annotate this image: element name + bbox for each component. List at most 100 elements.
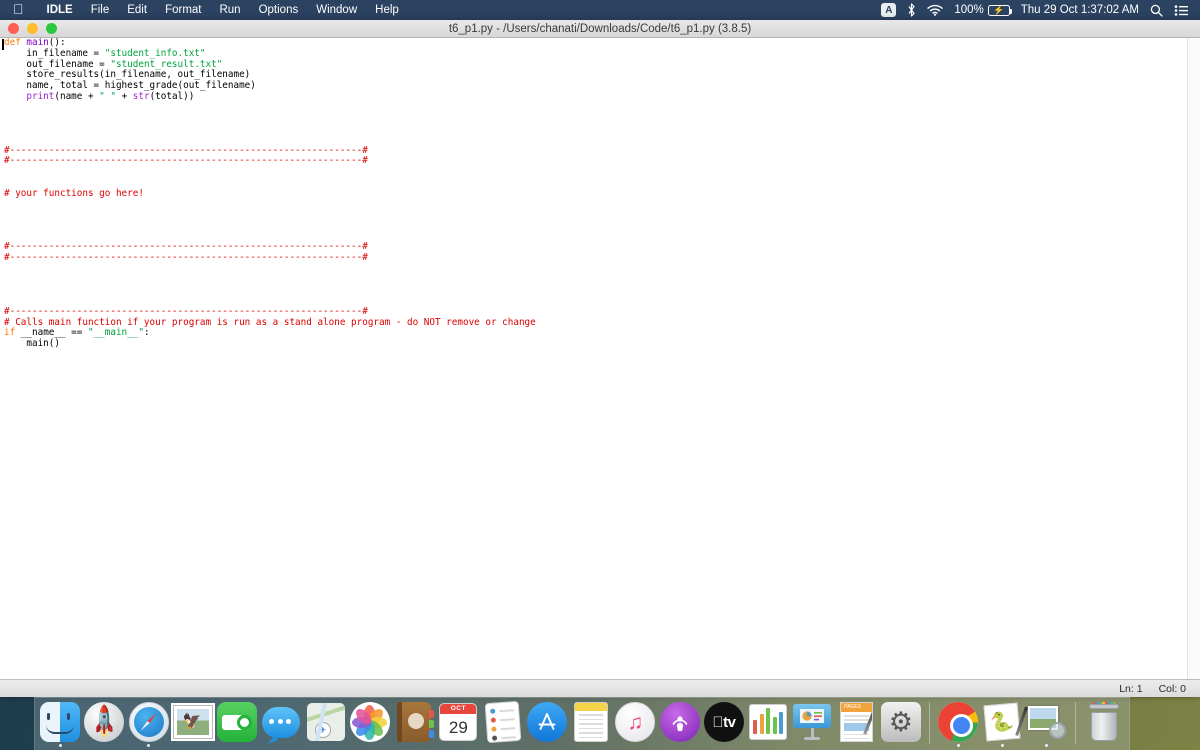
running-indicator [324,744,327,747]
column-indicator: Col: 0 [1158,682,1186,695]
dock-item-music[interactable]: ♫ [614,700,656,747]
dock-item-maps[interactable]: ✈ [305,700,347,747]
code-line: # Calls main function if your program is… [4,316,536,328]
menu-bar:  IDLEFileEditFormatRunOptionsWindowHelp… [0,0,1200,20]
wifi-icon[interactable] [927,4,944,16]
mail-icon: 🦅 [172,701,214,743]
running-indicator [1000,744,1004,747]
menu-file[interactable]: File [82,4,119,16]
dock-item-system-preferences[interactable]: ⚙ [880,700,922,747]
dock-separator-1 [929,702,930,744]
dock-item-launchpad[interactable]: 🚀 [83,700,125,747]
running-indicator [191,744,194,747]
running-indicator [678,744,681,747]
messages-icon [260,701,302,743]
dock-item-google-chrome[interactable] [937,700,979,747]
running-indicator [855,744,858,747]
photos-icon [349,701,391,743]
dock-item-reminders[interactable] [482,700,524,747]
menu-bar-clock[interactable]: Thu 29 Oct 1:37:02 AM [1021,4,1139,16]
input-source-icon[interactable]: A [881,3,897,17]
running-indicator [722,744,725,747]
control-center-icon[interactable] [1174,4,1188,16]
running-indicator [280,744,283,747]
reminders-icon [482,700,524,744]
running-indicator [413,744,416,747]
editor-status-bar: Ln: 1 Col: 0 [0,679,1200,697]
keynote-icon [791,701,833,743]
running-indicator [147,744,151,747]
dock-item-photos[interactable] [349,700,391,747]
dock-item-messages[interactable] [260,700,302,747]
menu-idle[interactable]: IDLE [38,4,82,16]
menu-window[interactable]: Window [307,4,366,16]
code-line: if __name__ == "__main__": [4,327,150,339]
dock-item-notes[interactable] [570,700,612,747]
dock-item-idle[interactable]: 🐍 [981,700,1029,747]
dock-item-finder[interactable] [39,700,81,747]
menu-format[interactable]: Format [156,4,210,16]
bluetooth-icon[interactable] [907,3,916,17]
menu-options[interactable]: Options [250,4,308,16]
running-indicator [1045,744,1049,747]
dock: 🚀 🦅 ✈ OCT29 ♫ tv PAGES⚙ 🐍 [34,697,1130,750]
vertical-scrollbar[interactable] [1187,38,1200,679]
menu-help[interactable]: Help [366,4,408,16]
menu-edit[interactable]: Edit [118,4,156,16]
dock-item-mail[interactable]: 🦅 [172,700,214,747]
battery-status[interactable]: 100% ⚡ [954,4,1013,16]
running-indicator [899,744,902,747]
line-indicator: Ln: 1 [1119,682,1143,695]
system-preferences-icon: ⚙ [880,701,922,743]
apple-tv-icon: tv [703,701,745,743]
podcasts-icon [659,701,701,743]
code-line: #---------------------------------------… [4,252,368,263]
dock-item-podcasts[interactable] [659,700,701,747]
search-icon[interactable] [1150,4,1163,17]
dock-item-preview[interactable] [1025,700,1067,747]
code-line: #---------------------------------------… [4,155,368,167]
pages-icon: PAGES [836,701,878,743]
apple-logo-icon[interactable]:  [13,2,24,16]
running-indicator [634,744,637,747]
numbers-icon [747,701,789,743]
contacts-icon [393,701,435,743]
dock-item-calendar[interactable]: OCT 29 [437,700,479,747]
running-indicator [767,744,770,747]
dock-item-pages[interactable]: PAGES [836,700,878,747]
window-title-bar[interactable]: t6_p1.py - /Users/chanati/Downloads/Code… [0,20,1200,38]
dock-separator-2 [1074,702,1076,744]
dock-item-safari[interactable] [128,700,170,747]
code-editor-area[interactable]: def main(): in_filename = "student_info.… [0,38,1200,679]
running-indicator [501,744,504,747]
dock-item-keynote[interactable] [791,700,833,747]
menu-run[interactable]: Run [210,4,249,16]
dock-item-contacts[interactable] [393,700,435,747]
code-line: # your functions go here! [4,187,144,199]
idle-editor-window: t6_p1.py - /Users/chanati/Downloads/Code… [0,20,1200,697]
dock-item-numbers[interactable] [747,700,789,747]
notes-icon [570,701,612,743]
dock-item-apple-tv[interactable]: tv [703,700,745,747]
running-indicator [103,744,106,747]
idle-icon: 🐍 [981,701,1029,743]
trash-icon [1083,701,1125,743]
source-code[interactable]: def main(): in_filename = "student_info.… [4,38,1200,350]
running-indicator [956,744,960,747]
dock-item-trash[interactable] [1083,700,1125,747]
dock-item-app-store[interactable] [526,700,568,747]
running-indicator [590,744,593,747]
running-indicator [457,744,460,747]
battery-charging-icon: ⚡ [987,4,1013,16]
running-indicator [58,744,62,747]
code-line: main() [4,338,60,349]
dock-item-facetime[interactable] [216,700,258,747]
